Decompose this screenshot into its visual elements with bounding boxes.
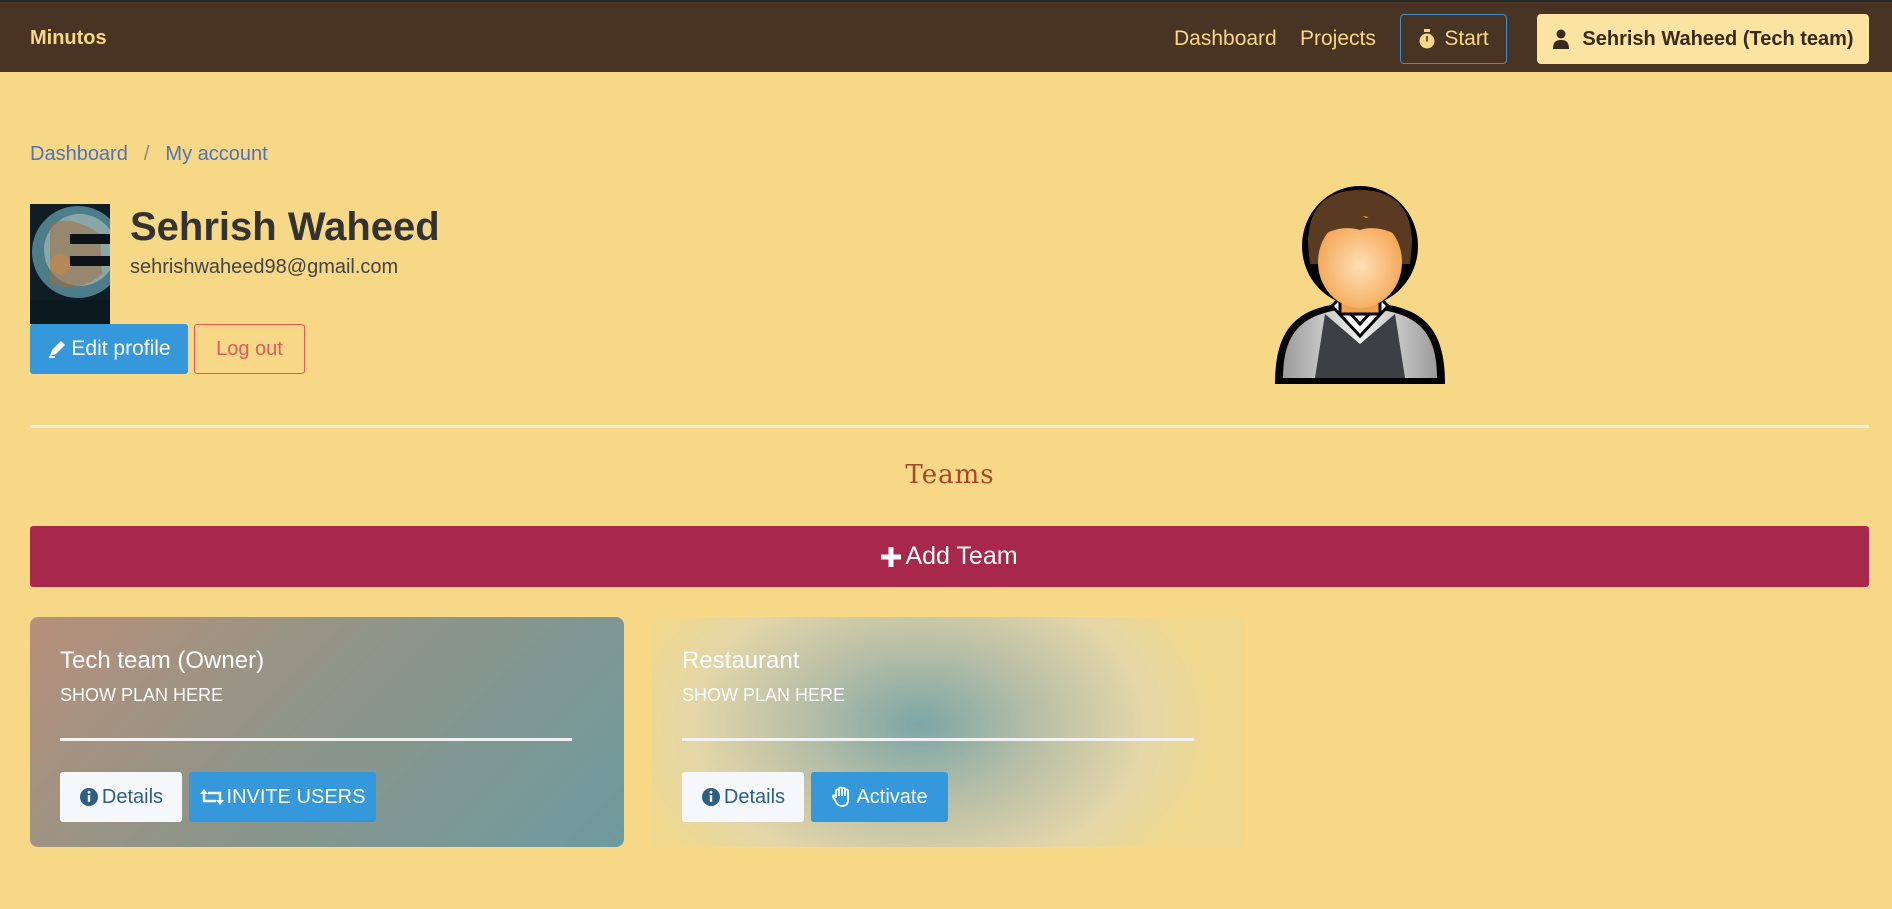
start-label: Start	[1444, 27, 1489, 50]
user-menu-label: Sehrish Waheed (Tech team)	[1582, 27, 1854, 50]
card-divider	[60, 738, 572, 741]
team-details-button[interactable]: Details	[60, 772, 182, 822]
top-navbar: Minutos Dashboard Projects Start Sehrish…	[0, 0, 1892, 72]
team-card-tech-team: Tech team (Owner) SHOW PLAN HERE Details…	[30, 617, 624, 847]
details-label: Details	[723, 785, 786, 808]
activate-label: Activate	[856, 785, 928, 808]
user-menu-button[interactable]: Sehrish Waheed (Tech team)	[1537, 14, 1869, 64]
profile-name: Sehrish Waheed	[130, 205, 440, 249]
avatar	[30, 204, 110, 324]
activate-team-button[interactable]: Activate	[811, 772, 948, 822]
invite-users-button[interactable]: INVITE USERS	[189, 772, 376, 822]
stopwatch-icon	[1418, 29, 1436, 49]
add-team-button[interactable]: Add Team	[30, 526, 1869, 587]
team-card-restaurant: Restaurant SHOW PLAN HERE Details Activa…	[652, 617, 1246, 847]
edit-profile-label: Edit profile	[71, 337, 171, 360]
start-timer-button[interactable]: Start	[1400, 14, 1507, 64]
team-name: Tech team (Owner)	[60, 647, 265, 674]
details-label: Details	[101, 785, 164, 808]
team-name: Restaurant	[682, 647, 800, 674]
add-team-label: Add Team	[905, 542, 1018, 570]
edit-profile-button[interactable]: Edit profile	[30, 324, 188, 374]
brand-logo[interactable]: Minutos	[30, 27, 107, 50]
pen-icon	[47, 339, 67, 359]
card-divider	[682, 738, 1194, 741]
breadcrumb: Dashboard / My account	[30, 143, 268, 166]
team-plan: SHOW PLAN HERE	[682, 685, 846, 705]
user-icon	[1552, 29, 1570, 49]
card-actions: Details Activate	[682, 772, 948, 822]
breadcrumb-separator: /	[143, 143, 150, 165]
info-circle-icon	[701, 787, 721, 807]
team-plan: SHOW PLAN HERE	[60, 685, 224, 705]
hand-icon	[831, 786, 853, 808]
nav-link-dashboard[interactable]: Dashboard	[1174, 27, 1277, 51]
card-actions: Details INVITE USERS	[60, 772, 376, 822]
logout-button[interactable]: Log out	[194, 324, 305, 374]
info-circle-icon	[79, 787, 99, 807]
profile-email: sehrishwaheed98@gmail.com	[130, 256, 399, 278]
plus-icon	[881, 546, 902, 567]
retweet-icon	[199, 788, 224, 806]
team-details-button[interactable]: Details	[682, 772, 804, 822]
user-illustration	[1270, 184, 1450, 394]
nav-link-projects[interactable]: Projects	[1300, 27, 1376, 51]
teams-heading: Teams	[905, 460, 995, 490]
breadcrumb-dashboard[interactable]: Dashboard	[30, 143, 128, 166]
section-divider	[30, 425, 1869, 428]
breadcrumb-my-account[interactable]: My account	[165, 143, 267, 166]
invite-users-label: INVITE USERS	[226, 785, 366, 808]
